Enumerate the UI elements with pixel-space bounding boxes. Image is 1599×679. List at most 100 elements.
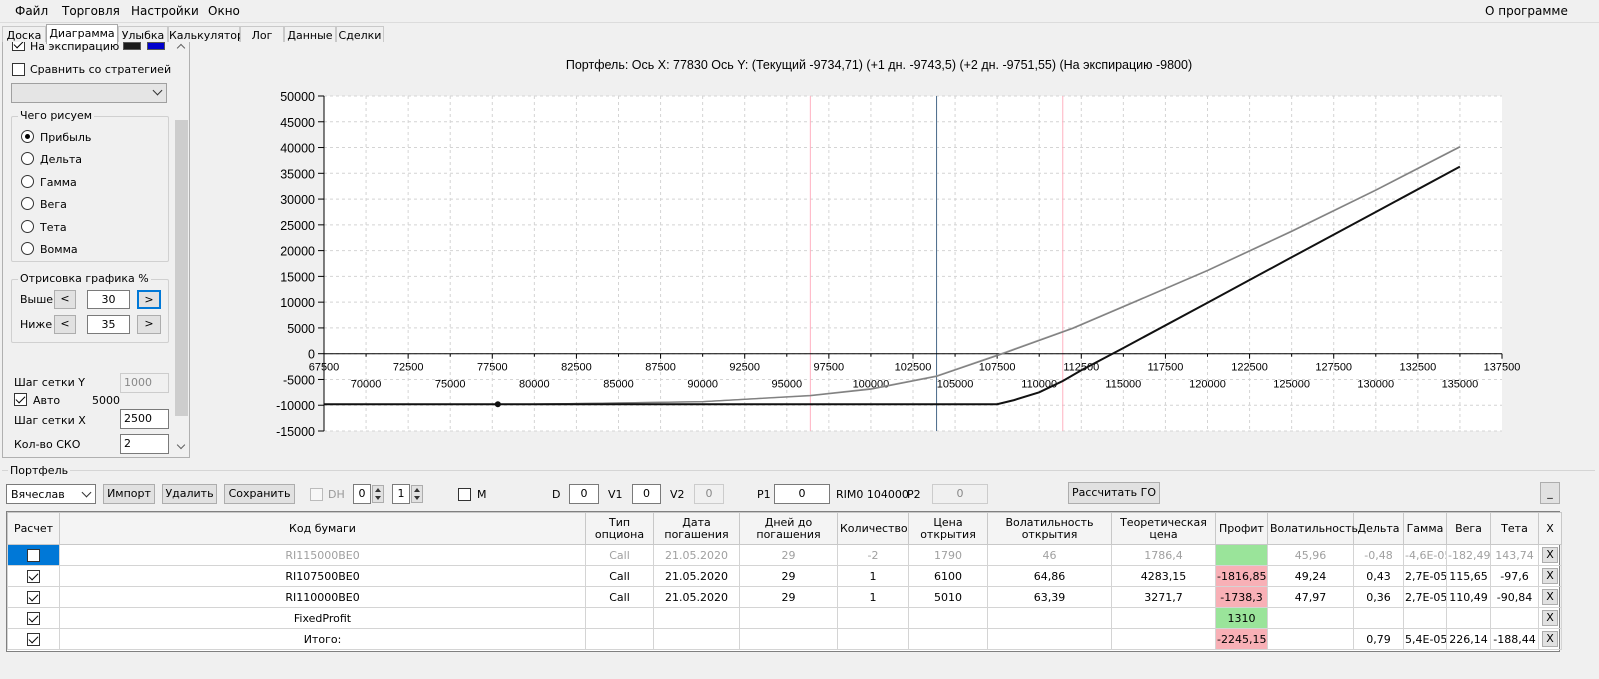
radio-delta[interactable] bbox=[21, 152, 34, 165]
step-x-field[interactable]: 2500 bbox=[120, 409, 169, 429]
column-header[interactable]: Волатильность bbox=[1267, 512, 1358, 545]
radio-vega[interactable] bbox=[21, 197, 34, 210]
column-header[interactable]: Дней до погашения bbox=[739, 512, 838, 545]
x-tick-label: 77500 bbox=[477, 362, 508, 374]
above-increase-button[interactable]: > bbox=[137, 290, 161, 309]
table-cell: X bbox=[1538, 544, 1562, 566]
above-value-field[interactable]: 30 bbox=[87, 290, 130, 309]
step-y-label: Шаг сетки Y bbox=[14, 376, 86, 389]
v1-field[interactable]: 0 bbox=[632, 484, 661, 504]
step-y-field[interactable]: 1000 bbox=[120, 373, 169, 393]
tab-log[interactable]: Лог bbox=[240, 26, 284, 43]
calc-go-button[interactable]: Рассчитать ГО bbox=[1068, 482, 1160, 504]
x-minor-tick-label: 95000 bbox=[771, 379, 802, 391]
dh-field-2[interactable]: 1 bbox=[392, 484, 410, 504]
table-cell: X bbox=[1538, 628, 1562, 650]
radio-theta[interactable] bbox=[21, 220, 34, 233]
minimize-button[interactable]: _ bbox=[1540, 482, 1560, 504]
column-header[interactable]: Цена открытия bbox=[908, 512, 988, 545]
column-header[interactable]: Теоретическая цена bbox=[1111, 512, 1216, 545]
save-button[interactable]: Сохранить bbox=[224, 484, 295, 504]
scroll-thumb[interactable] bbox=[175, 120, 188, 416]
column-header[interactable]: Дата погашения bbox=[653, 512, 740, 545]
auto-checkbox[interactable] bbox=[14, 393, 27, 406]
p1-field[interactable]: 0 bbox=[774, 484, 830, 504]
calc-cell[interactable] bbox=[7, 544, 60, 566]
table-cell: 21.05.2020 bbox=[653, 565, 740, 587]
dh-spinner-2[interactable] bbox=[411, 485, 423, 503]
sko-field[interactable]: 2 bbox=[120, 434, 169, 454]
calc-cell[interactable] bbox=[7, 586, 60, 608]
calc-cell[interactable] bbox=[7, 565, 60, 587]
calc-checkbox[interactable] bbox=[27, 611, 40, 625]
table-row[interactable]: RI107500BE0 Call 21.05.2020 29 1 6100 64,86 428… bbox=[7, 565, 1562, 587]
tab-data[interactable]: Данные bbox=[284, 26, 336, 43]
below-increase-button[interactable]: > bbox=[137, 315, 161, 334]
v2-field[interactable]: 0 bbox=[694, 484, 724, 504]
p2-field[interactable]: 0 bbox=[932, 484, 988, 504]
d-field[interactable]: 0 bbox=[569, 484, 599, 504]
column-header[interactable]: X bbox=[1538, 512, 1562, 545]
expiry-checkbox[interactable] bbox=[12, 42, 25, 51]
column-header[interactable]: Гамма bbox=[1403, 512, 1447, 545]
menu-window[interactable]: Окно bbox=[208, 4, 240, 18]
menu-settings[interactable]: Настройки bbox=[131, 4, 199, 18]
dh-checkbox[interactable] bbox=[310, 488, 323, 501]
above-decrease-button[interactable]: < bbox=[54, 290, 76, 309]
radio-vomma[interactable] bbox=[21, 242, 34, 255]
column-header[interactable]: Тета bbox=[1490, 512, 1539, 545]
calc-checkbox[interactable] bbox=[27, 632, 40, 646]
swatch-black[interactable] bbox=[123, 42, 141, 50]
column-header[interactable]: Количество bbox=[837, 512, 909, 545]
menu-about[interactable]: О программе bbox=[1485, 4, 1568, 18]
menu-file[interactable]: Файл bbox=[15, 4, 48, 18]
scroll-down-icon[interactable] bbox=[176, 440, 186, 450]
portfolio-grid: Расчет Код бумаги Тип опциона Дата погашени… bbox=[6, 511, 1562, 652]
compare-checkbox[interactable] bbox=[12, 63, 25, 76]
strategy-select[interactable] bbox=[11, 83, 167, 103]
import-button[interactable]: Импорт bbox=[103, 484, 155, 504]
m-checkbox[interactable] bbox=[458, 488, 471, 501]
tab-diagram[interactable]: Диаграмма bbox=[46, 24, 118, 44]
scroll-up-icon[interactable] bbox=[176, 43, 186, 53]
calc-cell[interactable] bbox=[7, 628, 60, 650]
x-tick-label: 87500 bbox=[645, 362, 676, 374]
tab-board[interactable]: Доска bbox=[2, 26, 46, 43]
below-decrease-button[interactable]: < bbox=[54, 315, 76, 334]
remove-row-button[interactable]: X bbox=[1542, 589, 1558, 605]
calc-checkbox[interactable] bbox=[27, 548, 40, 562]
calc-cell[interactable] bbox=[7, 607, 60, 629]
column-header[interactable]: Волатильность открытия bbox=[987, 512, 1112, 545]
column-header[interactable]: Профит bbox=[1215, 512, 1268, 545]
radio-profit[interactable] bbox=[21, 130, 34, 143]
column-header[interactable]: Вега bbox=[1446, 512, 1491, 545]
panel-scrollbar[interactable] bbox=[174, 42, 189, 456]
remove-row-button[interactable]: X bbox=[1542, 631, 1558, 647]
remove-row-button[interactable]: X bbox=[1542, 610, 1558, 626]
profit-chart[interactable]: Портфель: Ось X: 77830 Ось Y: (Текущий -… bbox=[191, 42, 1599, 458]
column-header[interactable]: Расчет bbox=[7, 512, 60, 545]
dh-spinner-1[interactable] bbox=[372, 485, 384, 503]
remove-row-button[interactable]: X bbox=[1542, 568, 1558, 584]
tab-deals[interactable]: Сделки bbox=[336, 26, 384, 43]
table-row[interactable]: FixedProfit 1310 X bbox=[7, 607, 1562, 629]
table-row[interactable]: RI115000BE0 Call 21.05.2020 29 -2 1790 46 1786,… bbox=[7, 544, 1562, 566]
radio-gamma[interactable] bbox=[21, 175, 34, 188]
column-header[interactable]: Тип опциона bbox=[585, 512, 654, 545]
table-row[interactable]: RI110000BE0 Call 21.05.2020 29 1 5010 63,39 327… bbox=[7, 586, 1562, 608]
tab-smile[interactable]: Улыбка bbox=[118, 26, 168, 43]
tab-calculator[interactable]: Калькулятор bbox=[168, 26, 244, 43]
menu-trade[interactable]: Торговля bbox=[62, 4, 120, 18]
delete-button[interactable]: Удалить bbox=[162, 484, 217, 504]
table-cell: Call bbox=[585, 544, 654, 566]
column-header[interactable]: Код бумаги bbox=[59, 512, 586, 545]
remove-row-button[interactable]: X bbox=[1542, 547, 1558, 563]
table-row[interactable]: Итого: -2245,15 0,79 5,4E-05 226,14 -188,44 X bbox=[7, 628, 1562, 650]
swatch-blue[interactable] bbox=[147, 42, 165, 50]
dh-field-1[interactable]: 0 bbox=[353, 484, 371, 504]
below-value-field[interactable]: 35 bbox=[87, 315, 130, 334]
column-header[interactable]: Дельта bbox=[1353, 512, 1404, 545]
calc-checkbox[interactable] bbox=[27, 590, 40, 604]
account-select[interactable]: Вячеслав bbox=[6, 484, 96, 504]
calc-checkbox[interactable] bbox=[27, 569, 40, 583]
